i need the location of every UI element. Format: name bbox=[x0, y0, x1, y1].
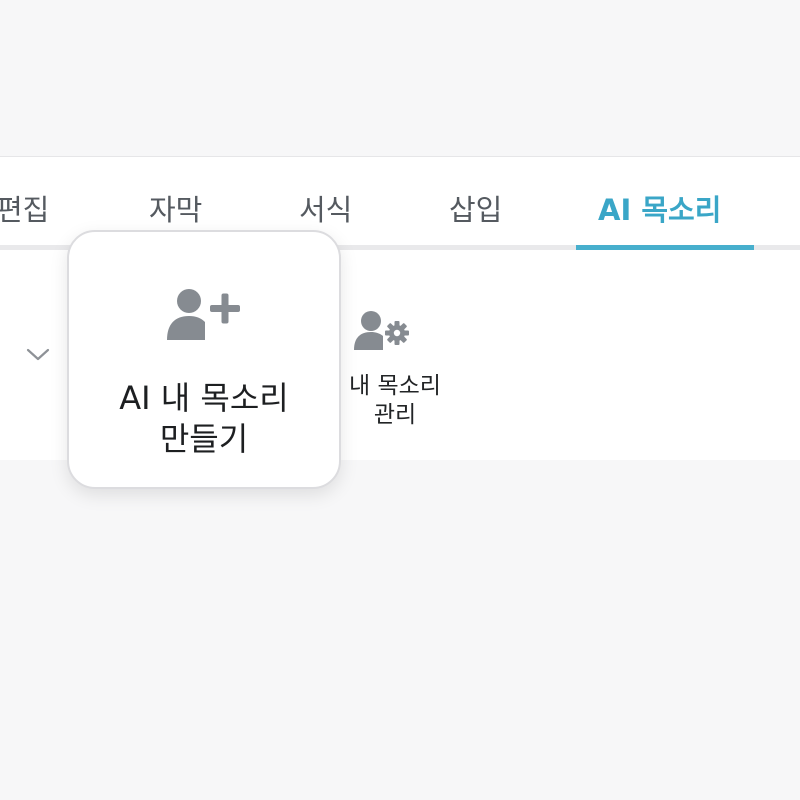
user-settings-icon bbox=[354, 311, 409, 350]
create-ai-voice-button[interactable]: AI 내 목소리 만들기 bbox=[67, 230, 341, 489]
tab-insert[interactable]: 삽입 bbox=[449, 187, 502, 229]
chevron-down-icon[interactable] bbox=[26, 346, 50, 362]
add-user-icon bbox=[167, 289, 240, 340]
manage-voice-label: 내 목소리 관리 bbox=[340, 372, 450, 430]
create-voice-label-line1: AI 내 목소리 bbox=[119, 379, 289, 417]
tab-subtitles[interactable]: 자막 bbox=[149, 187, 202, 229]
manage-voice-label-line1: 내 목소리 bbox=[349, 373, 441, 399]
manage-voice-label-line2: 관리 bbox=[373, 402, 417, 428]
tab-edit[interactable]: 편집 bbox=[0, 187, 49, 229]
manage-my-voice-button[interactable]: 내 목소리 관리 bbox=[340, 306, 450, 441]
tab-format[interactable]: 서식 bbox=[299, 187, 352, 229]
page: 편집 자막 서식 삽입 AI 목소리 내 목소리 관리 AI 내 목소리 만들기 bbox=[0, 0, 800, 800]
create-voice-label: AI 내 목소리 만들기 bbox=[69, 378, 339, 460]
tab-ai-voice[interactable]: AI 목소리 bbox=[598, 187, 721, 229]
create-voice-label-line2: 만들기 bbox=[159, 420, 249, 458]
